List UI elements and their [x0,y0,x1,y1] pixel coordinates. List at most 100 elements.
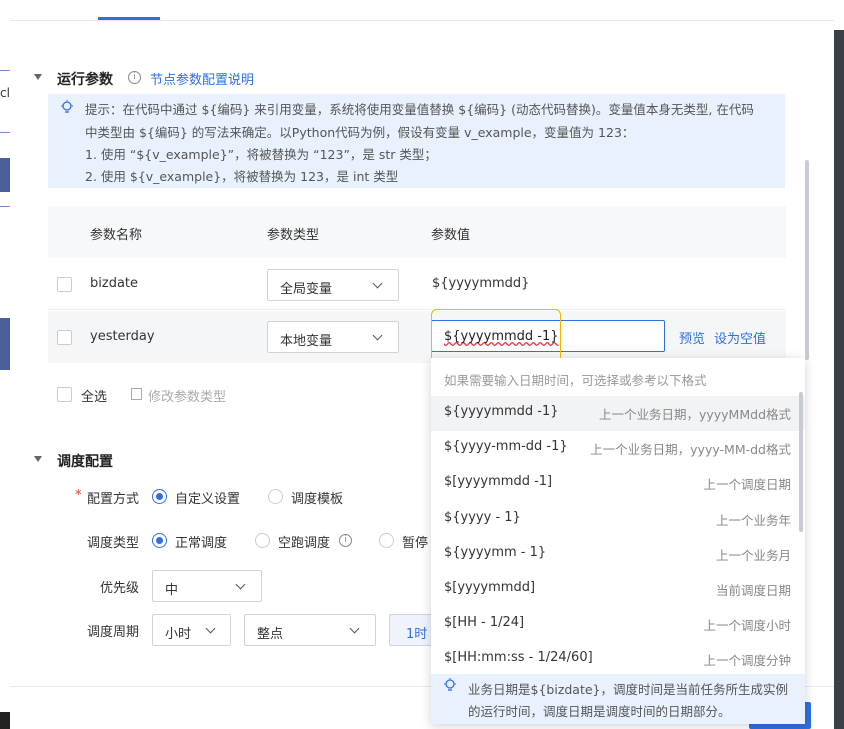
row-checkbox[interactable] [57,277,72,292]
tip-text-line: 中类型由 ${编码} 的写法来确定。以Python代码为例，假设有变量 v_ex… [85,125,635,140]
table-row: bizdate 全局变量 ${yyyymmdd} [48,258,786,310]
param-value: ${yyyymmdd} [432,276,530,291]
modify-type-button[interactable]: 修改参数类型 [148,386,226,405]
param-type-select[interactable]: 全局变量 [267,269,399,301]
dropdown-option[interactable]: ${yyyymm - 1} 上一个业务月 [431,537,805,572]
option-desc: 上一个调度日期 [703,477,791,492]
left-edge-block [0,158,10,192]
left-edge-line [0,206,10,207]
cycle-select[interactable]: 小时 [152,614,231,646]
select-all-checkbox[interactable] [57,387,72,402]
collapse-triangle-icon[interactable] [34,74,42,80]
select-all-label: 全选 [81,390,108,405]
header-divider [10,20,834,21]
option-value: ${yyyymm - 1} [444,545,547,560]
dropdown-option[interactable]: $[HH - 1/24] 上一个调度小时 [431,607,805,642]
schedule-type-label: 调度类型 [87,536,140,551]
dropdown-option[interactable]: ${yyyy-mm-dd -1} 上一个业务日期，yyyy-MM-dd格式 [431,431,805,466]
radio-custom[interactable] [152,489,167,504]
chevron-down-icon [349,623,360,634]
param-table-header: 参数名称 参数类型 参数值 [48,206,786,258]
column-header-name: 参数名称 [90,228,143,243]
cycle-point-select[interactable]: 整点 [244,614,376,646]
set-empty-link[interactable]: 设为空值 [714,328,766,347]
lightbulb-icon [444,678,456,691]
param-help-link[interactable]: 节点参数配置说明 [150,69,254,88]
radio-template[interactable] [268,489,283,504]
tip-text-line: 2. 使用 ${v_example}，将被替换为 123，是 int 类型 [85,169,399,184]
collapse-triangle-icon[interactable] [34,456,42,462]
left-edge-block [0,318,10,370]
left-edge-block [0,712,10,729]
radio-custom-label: 自定义设置 [175,492,241,507]
highlight-annotation [431,309,561,363]
radio-normal-label: 正常调度 [175,536,228,551]
dropdown-option[interactable]: $[yyyymmdd -1] 上一个调度日期 [431,466,805,501]
required-asterisk: * [75,488,82,503]
option-value: $[yyyymmdd -1] [444,474,553,489]
param-name: bizdate [90,276,139,291]
option-desc: 上一个业务年 [715,513,791,528]
chevron-down-icon [235,579,246,590]
dropdown-option[interactable]: ${yyyy - 1} 上一个业务年 [431,502,805,537]
left-edge-line [0,132,10,133]
radio-pause[interactable] [379,533,394,548]
option-value: $[yyyymmdd] [444,580,536,595]
preview-link[interactable]: 预览 [679,328,705,347]
chevron-down-icon [372,278,383,289]
info-icon[interactable]: i [128,71,141,84]
left-edge-text: cl [0,86,10,100]
section-title-run-params: 运行参数 [57,72,113,88]
option-desc: 上一个调度分钟 [703,653,791,668]
radio-template-label: 调度模板 [291,492,344,507]
dropdown-option[interactable]: ${yyyymmdd -1} 上一个业务日期，yyyyMMdd格式 [431,396,805,431]
option-desc: 上一个调度小时 [703,618,791,633]
dropdown-option[interactable]: $[yyyymmdd] 当前调度日期 [431,572,805,607]
panel-scrollbar[interactable] [805,160,809,360]
cycle-point-value: 整点 [257,627,284,642]
param-type-value: 本地变量 [280,334,333,349]
tip-box: 提示：在代码中通过 ${编码} 来引用变量，系统将使用变量值替换 ${编码} (… [48,94,785,188]
option-value: ${yyyy-mm-dd -1} [444,439,568,454]
radio-dry-run-label: 空跑调度 [278,536,331,551]
config-mode-label: 配置方式 [87,492,140,507]
option-value: ${yyyymmdd -1} [444,404,559,419]
dropdown-scrollbar[interactable] [799,392,803,532]
priority-value: 中 [165,583,179,598]
radio-pause-label: 暂停 [402,536,429,551]
param-type-select[interactable]: 本地变量 [267,321,399,353]
option-value: $[HH - 1/24] [444,615,525,630]
radio-normal[interactable] [152,533,167,548]
priority-label: 优先级 [100,581,140,596]
right-background-dark [834,30,844,729]
dropdown-footer-tip: 业务日期是${bizdate}，调度时间是当前任务所生成实例 的运行时间，调度日… [431,674,805,724]
radio-dry-run[interactable] [255,533,270,548]
dropdown-option[interactable]: $[HH:mm:ss - 1/24/60] 上一个调度分钟 [431,642,805,677]
section-title-schedule: 调度配置 [57,454,113,470]
cycle-label: 调度周期 [87,625,140,640]
left-background-strip: cl [0,0,10,729]
column-header-value: 参数值 [431,228,471,243]
option-desc: 上一个业务月 [715,548,791,563]
cycle-value: 小时 [165,627,192,642]
info-icon[interactable]: i [339,534,352,547]
config-panel: 运行参数 i 节点参数配置说明 提示：在代码中通过 ${编码} 来引用变量，系统… [10,0,834,729]
row-checkbox[interactable] [57,330,72,345]
chevron-down-icon [372,330,383,341]
column-header-type: 参数类型 [267,228,320,243]
option-desc: 当前调度日期 [715,583,791,598]
footer-tip-line: 业务日期是${bizdate}，调度时间是当前任务所生成实例 [468,682,789,697]
option-desc: 上一个业务日期，yyyy-MM-dd格式 [590,442,791,457]
tip-text-line: 1. 使用 “${v_example}”，将被替换为 “123”，是 str 类… [85,147,437,162]
lightbulb-icon [61,100,73,113]
param-type-value: 全局变量 [280,282,333,297]
cycle-interval-value: 1时 [406,627,428,642]
option-desc: 上一个业务日期，yyyyMMdd格式 [598,407,791,422]
date-format-dropdown: 如果需要输入日期时间，可选择或参考以下格式 ${yyyymmdd -1} 上一个… [431,358,805,724]
option-value: $[HH:mm:ss - 1/24/60] [444,650,593,665]
priority-select[interactable]: 中 [152,570,262,602]
chevron-down-icon [205,623,216,634]
table-row: yesterday 本地变量 ${yyyymmdd -1} 预览 设为空值 [48,311,786,363]
footer-tip-line: 的运行时间，调度日期是调度时间的日期部分。 [468,704,731,719]
dropdown-hint: 如果需要输入日期时间，可选择或参考以下格式 [444,373,707,388]
